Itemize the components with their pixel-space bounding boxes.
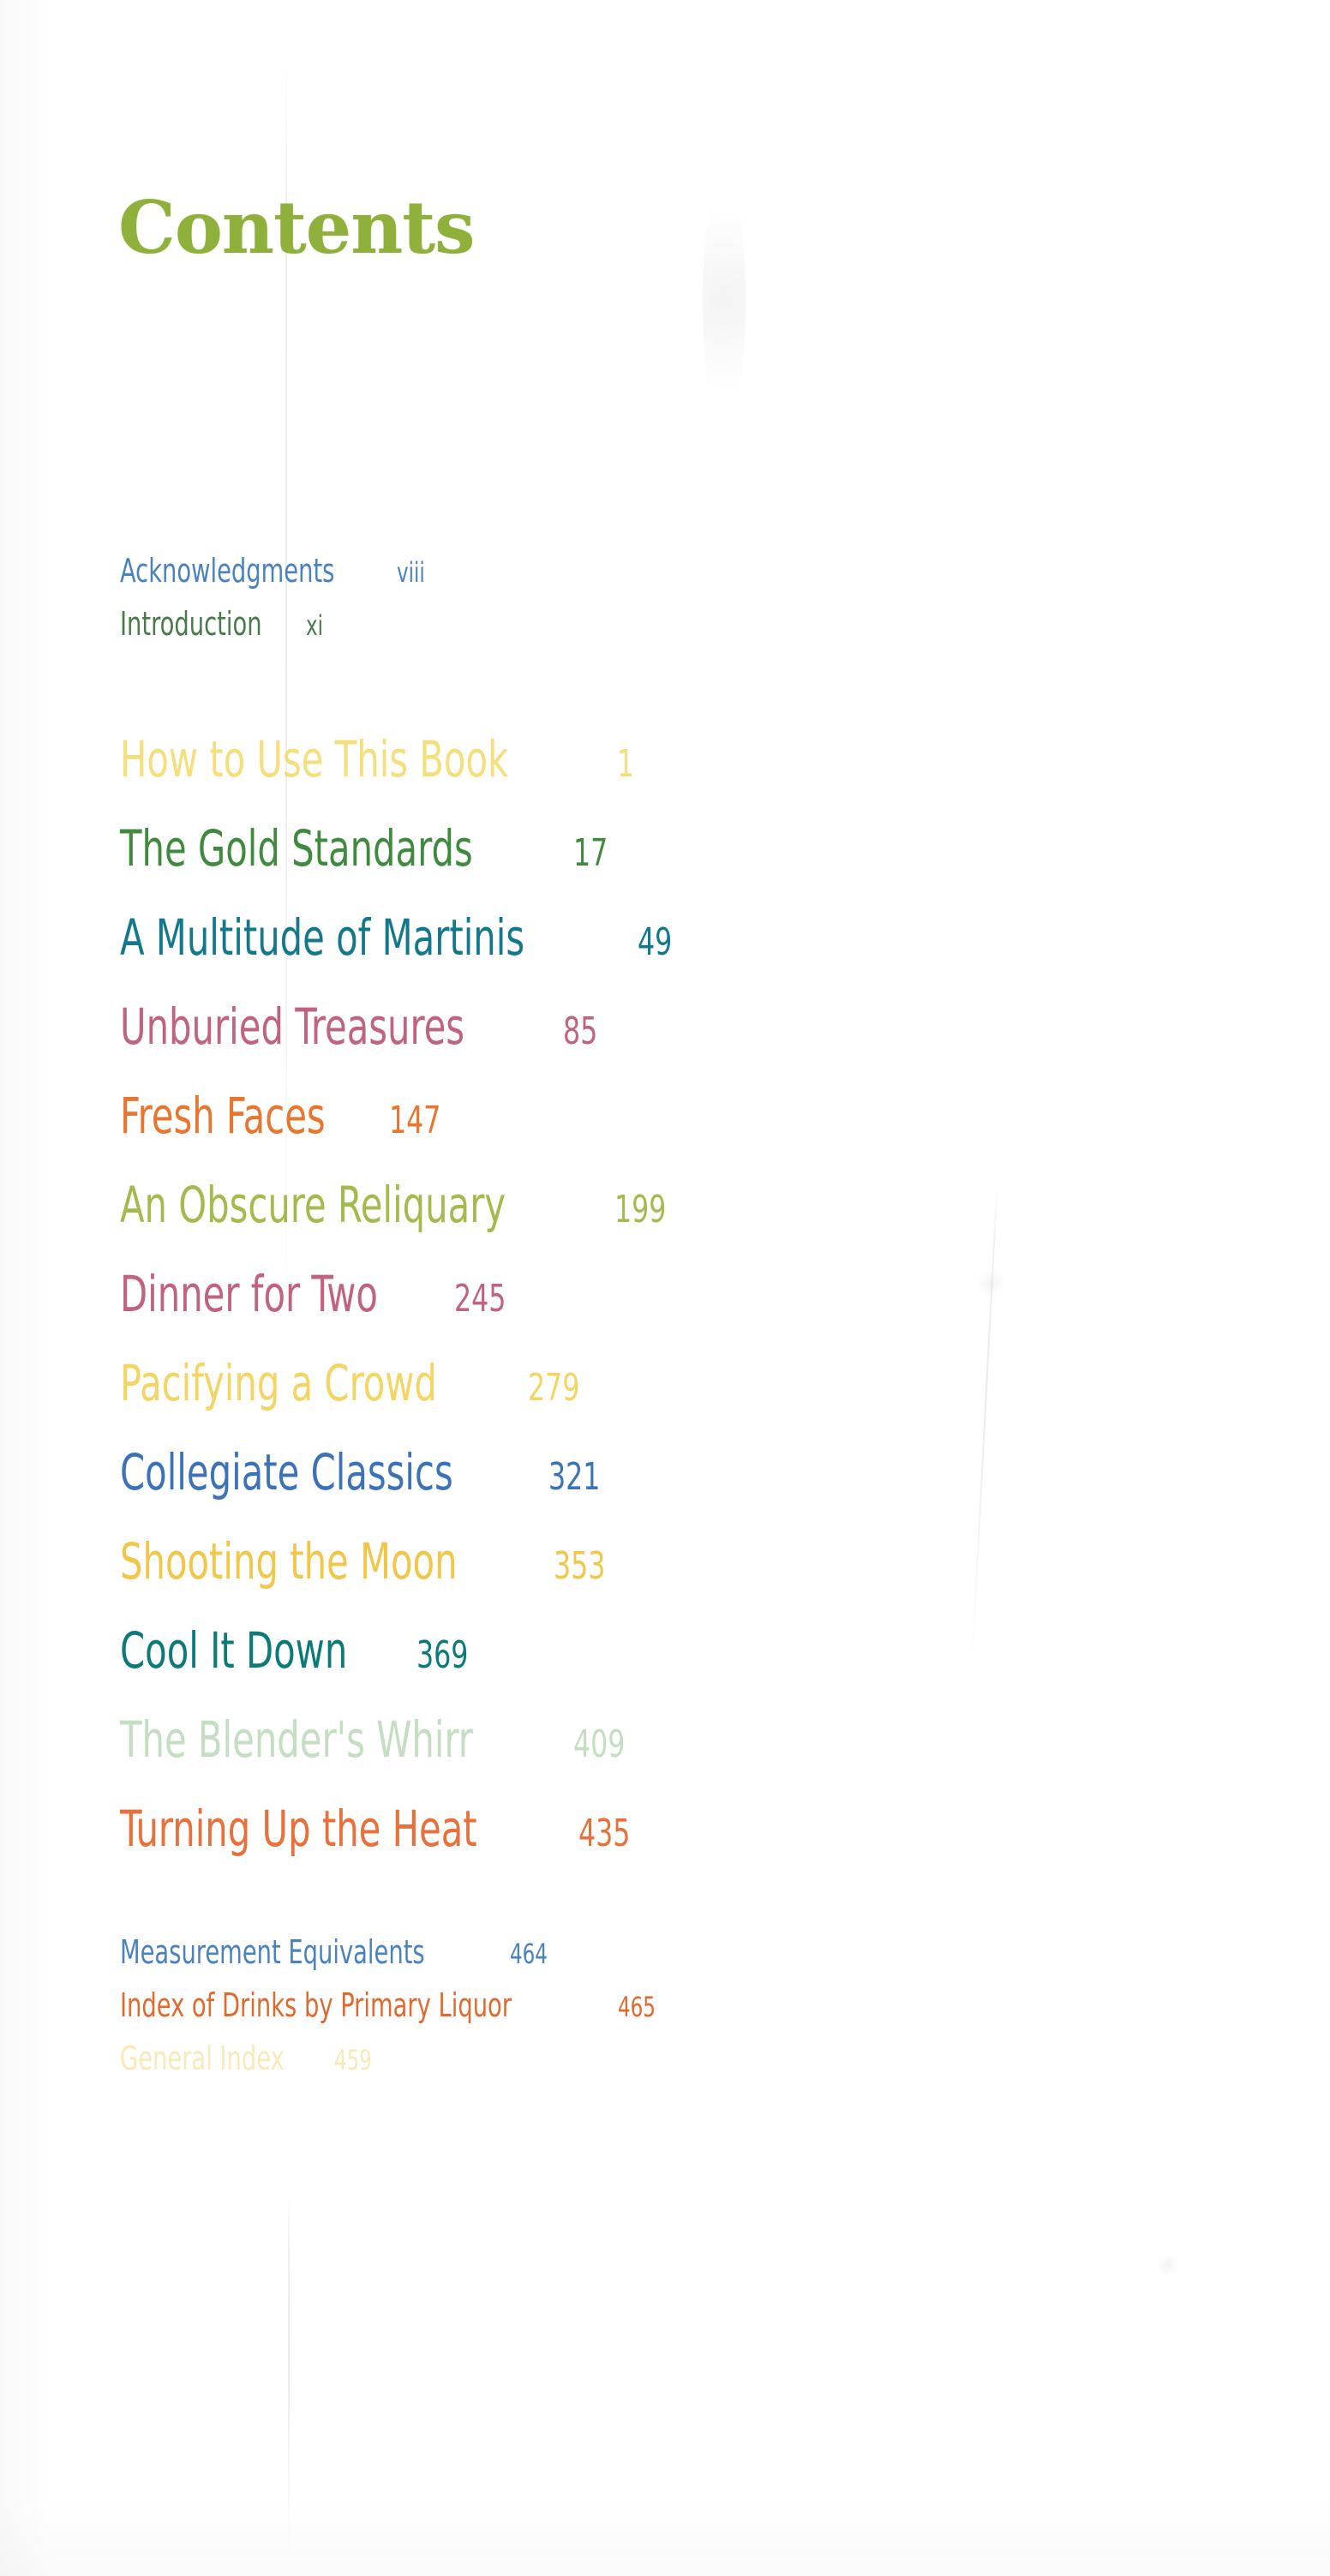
toc-entry-page-number: 279	[528, 1366, 580, 1410]
page-title: Contents	[118, 185, 475, 271]
page-edge-shadow-left	[0, 0, 51, 2576]
toc-entry-a-multitude-of-martinis[interactable]: A Multitude of Martinis 49	[120, 908, 1234, 967]
toc-entry-page-number: 321	[548, 1455, 601, 1499]
toc-entry-label: An Obscure Reliquary	[120, 1176, 506, 1234]
toc-entry-the-gold-standards[interactable]: The Gold Standards 17	[120, 819, 1234, 878]
chapters-group: How to Use This Book 1 The Gold Standard…	[120, 730, 1234, 1858]
toc-entry-acknowledgments[interactable]: Acknowledgments viii	[120, 548, 1234, 593]
toc-entry-page-number: 49	[638, 920, 673, 964]
entry-spacer	[120, 878, 1234, 908]
toc-entry-the-blenders-whirr[interactable]: The Blender's Whirr 409	[120, 1710, 1234, 1769]
toc-entry-page-number: 409	[572, 1722, 626, 1766]
toc-entry-page-number: 147	[388, 1099, 441, 1142]
toc-entry-an-obscure-reliquary[interactable]: An Obscure Reliquary 199	[120, 1176, 1234, 1234]
toc-entry-page-number: xi	[305, 609, 323, 642]
toc-entry-label: Acknowledgments	[120, 552, 335, 590]
toc-entry-page-number: 353	[553, 1544, 606, 1588]
entry-spacer	[120, 1323, 1234, 1354]
entry-spacer	[120, 1501, 1234, 1532]
group-separator	[120, 1897, 1234, 1930]
toc-entry-how-to-use-this-book[interactable]: How to Use This Book 1	[120, 730, 1234, 788]
toc-entry-label: Index of Drinks by Primary Liquor	[120, 1986, 512, 2024]
toc-entry-pacifying-a-crowd[interactable]: Pacifying a Crowd 279	[120, 1354, 1234, 1412]
page-edge-shadow-bottom	[0, 2499, 1330, 2576]
entry-spacer	[120, 788, 1234, 819]
toc-entry-label: A Multitude of Martinis	[120, 908, 525, 967]
toc-entry-label: How to Use This Book	[120, 730, 509, 788]
toc-entry-unburied-treasures[interactable]: Unburied Treasures 85	[120, 997, 1234, 1056]
toc-entry-label: Unburied Treasures	[120, 997, 465, 1056]
entry-spacer	[120, 1769, 1234, 1800]
toc-entry-page-number: 85	[562, 1009, 597, 1053]
toc-entry-page-number: 369	[416, 1633, 469, 1677]
toc-entry-label: Introduction	[120, 605, 262, 643]
entry-spacer	[120, 967, 1234, 997]
group-separator	[120, 692, 1234, 730]
toc-entry-label: Cool It Down	[120, 1621, 348, 1680]
toc-entry-page-number: 245	[454, 1277, 506, 1321]
toc-entry-label: Fresh Faces	[120, 1087, 326, 1145]
toc-entry-label: Turning Up the Heat	[120, 1800, 477, 1858]
toc-entry-label: Measurement Equivalents	[120, 1933, 425, 1971]
entry-spacer	[120, 1974, 1234, 1983]
table-of-contents: Acknowledgments viii Introduction xi How…	[120, 548, 1234, 2081]
toc-entry-index-of-drinks-by-primary-liquor[interactable]: Index of Drinks by Primary Liquor 465	[120, 1983, 1234, 2028]
entry-spacer	[120, 1234, 1234, 1265]
front-matter-group: Acknowledgments viii Introduction xi	[120, 548, 1234, 646]
entry-spacer	[120, 1412, 1234, 1443]
toc-entry-turning-up-the-heat[interactable]: Turning Up the Heat 435	[120, 1800, 1234, 1858]
toc-entry-dinner-for-two[interactable]: Dinner for Two 245	[120, 1265, 1234, 1323]
entry-spacer	[120, 1591, 1234, 1621]
toc-entry-page-number: 17	[572, 831, 608, 875]
toc-entry-label: Dinner for Two	[120, 1265, 378, 1323]
book-contents-page: Contents Acknowledgments viii Introducti…	[0, 0, 1330, 2576]
toc-entry-label: General Index	[120, 2040, 285, 2077]
toc-entry-page-number: 435	[578, 1812, 631, 1855]
toc-entry-measurement-equivalents[interactable]: Measurement Equivalents 464	[120, 1930, 1234, 1974]
toc-entry-page-number: 199	[614, 1188, 667, 1231]
toc-entry-label: Collegiate Classics	[120, 1443, 453, 1501]
toc-entry-label: The Gold Standards	[120, 819, 473, 878]
paper-crease-lower	[288, 2194, 290, 2554]
toc-entry-label: The Blender's Whirr	[120, 1710, 473, 1769]
entry-spacer	[120, 593, 1234, 602]
toc-entry-page-number: 464	[509, 1938, 548, 1970]
toc-entry-general-index[interactable]: General Index 459	[120, 2036, 1234, 2081]
toc-entry-page-number: viii	[397, 556, 425, 589]
toc-entry-page-number: 1	[617, 742, 635, 786]
entry-spacer	[120, 1680, 1234, 1710]
entry-spacer	[120, 1056, 1234, 1087]
toc-entry-shooting-the-moon[interactable]: Shooting the Moon 353	[120, 1532, 1234, 1591]
toc-entry-collegiate-classics[interactable]: Collegiate Classics 321	[120, 1443, 1234, 1501]
back-matter-group: Measurement Equivalents 464 Index of Dri…	[120, 1930, 1234, 2081]
paper-smudge-c	[703, 171, 746, 428]
toc-entry-page-number: 459	[333, 2044, 372, 2076]
entry-spacer	[120, 1145, 1234, 1176]
toc-entry-fresh-faces[interactable]: Fresh Faces 147	[120, 1087, 1234, 1145]
toc-entry-page-number: 465	[618, 1991, 656, 2023]
toc-entry-label: Shooting the Moon	[120, 1532, 458, 1591]
entry-spacer	[120, 2028, 1234, 2036]
paper-smudge-b	[1157, 2254, 1179, 2276]
toc-entry-introduction[interactable]: Introduction xi	[120, 602, 1234, 646]
toc-entry-cool-it-down[interactable]: Cool It Down 369	[120, 1621, 1234, 1680]
toc-entry-label: Pacifying a Crowd	[120, 1354, 437, 1412]
